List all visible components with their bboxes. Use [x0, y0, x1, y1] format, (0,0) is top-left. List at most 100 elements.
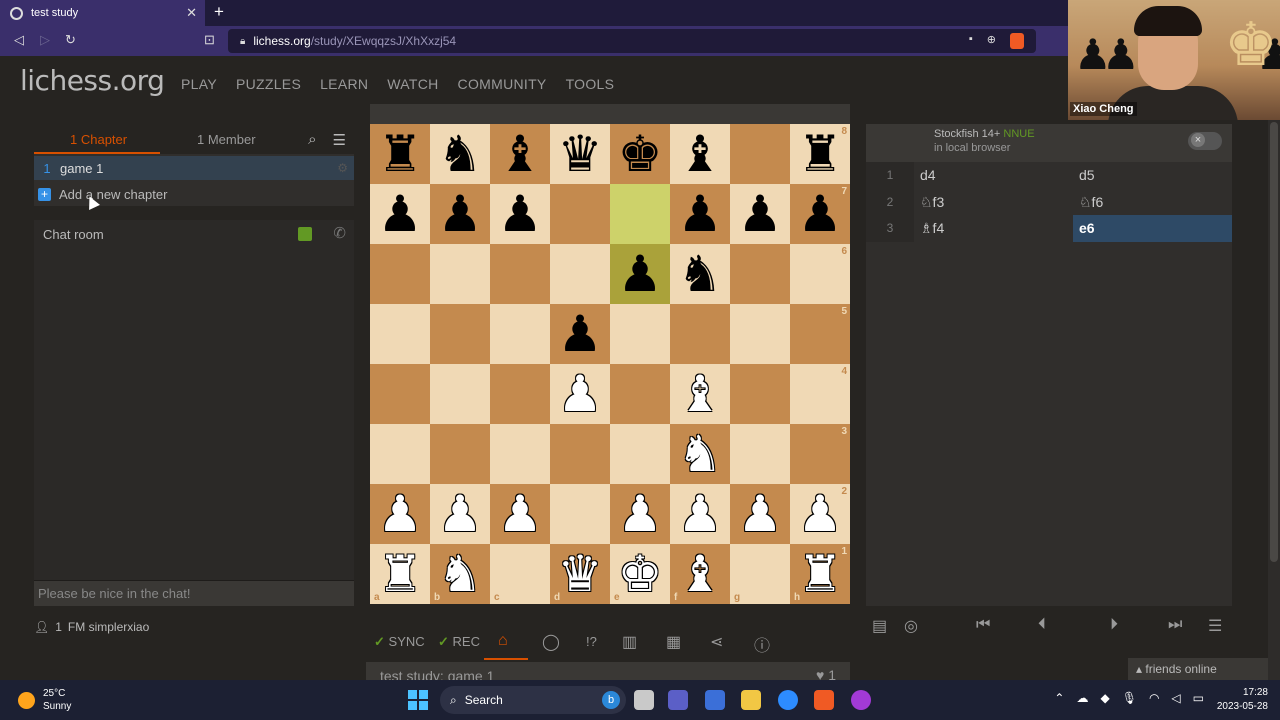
piece-bN-b8[interactable]: ♞ — [438, 129, 483, 179]
square-d5[interactable]: ♟ — [550, 304, 610, 364]
tab-chapters[interactable]: 1 Chapter — [70, 132, 127, 147]
nav-learn[interactable]: LEARN — [320, 76, 368, 92]
piece-bP-b7[interactable]: ♟ — [438, 189, 483, 239]
move-white[interactable]: ♗f4 — [914, 215, 1073, 242]
bookmark-icon[interactable]: ⊡ — [204, 32, 215, 48]
square-a5[interactable] — [370, 304, 430, 364]
square-d2[interactable] — [550, 484, 610, 544]
microphone-icon[interactable]: 🎙︎ — [1122, 691, 1137, 705]
square-c5[interactable] — [490, 304, 550, 364]
piece-bR-h8[interactable]: ♜ — [798, 129, 843, 179]
lichess-logo[interactable]: lichess.org — [20, 64, 165, 97]
square-e5[interactable] — [610, 304, 670, 364]
square-f1[interactable]: ♝ f — [670, 544, 730, 604]
square-c8[interactable]: ♝ — [490, 124, 550, 184]
brave-shields-icon[interactable] — [1010, 33, 1024, 49]
square-b3[interactable] — [430, 424, 490, 484]
copilot-icon[interactable] — [705, 690, 725, 710]
square-h3[interactable]: 3 — [790, 424, 850, 484]
square-b6[interactable] — [430, 244, 490, 304]
prev-move-icon[interactable]: ⏴ — [1038, 616, 1046, 634]
piece-bP-c7[interactable]: ♟ — [498, 189, 543, 239]
sync-toggle[interactable]: ✓ SYNC — [374, 634, 425, 650]
square-b5[interactable] — [430, 304, 490, 364]
piece-bP-h7[interactable]: ♟ — [798, 189, 843, 239]
piece-wP-g2[interactable]: ♟ — [738, 489, 783, 539]
chat-toggle[interactable] — [298, 227, 312, 241]
square-c1[interactable]: c — [490, 544, 550, 604]
square-f3[interactable]: ♞ — [670, 424, 730, 484]
comment-icon[interactable]: ◯ — [542, 632, 560, 652]
square-c7[interactable]: ♟ — [490, 184, 550, 244]
chat-input[interactable]: Please be nice in the chat! — [34, 580, 354, 606]
square-g8[interactable] — [730, 124, 790, 184]
menu-icon[interactable]: ☰ — [333, 131, 346, 149]
book-icon[interactable]: ▤ — [872, 616, 887, 636]
task-view-icon[interactable] — [634, 690, 654, 710]
move-white[interactable]: d4 — [914, 162, 1073, 189]
square-b8[interactable]: ♞ — [430, 124, 490, 184]
forward-icon[interactable]: ▷ — [40, 32, 50, 48]
square-e6[interactable]: ♟ — [610, 244, 670, 304]
piece-bP-e6[interactable]: ♟ — [618, 249, 663, 299]
square-h7[interactable]: ♟ 7 — [790, 184, 850, 244]
piece-bP-a7[interactable]: ♟ — [378, 189, 423, 239]
obs-app-icon[interactable] — [851, 690, 871, 710]
rec-toggle[interactable]: ✓ REC — [438, 634, 480, 650]
square-c6[interactable] — [490, 244, 550, 304]
teams-icon[interactable] — [668, 690, 688, 710]
zoom-icon[interactable]: ⊕ — [987, 33, 996, 49]
engine-toggle[interactable] — [1188, 132, 1222, 150]
piece-bN-f6[interactable]: ♞ — [678, 249, 723, 299]
gear-icon[interactable]: ⚙ — [337, 161, 348, 175]
piece-wN-b1[interactable]: ♞ — [438, 549, 483, 599]
move-black[interactable]: ♘f6 — [1073, 189, 1232, 216]
square-d8[interactable]: ♛ — [550, 124, 610, 184]
scrollbar-thumb[interactable] — [1270, 122, 1278, 562]
square-g3[interactable] — [730, 424, 790, 484]
glyph-button[interactable]: !? — [586, 634, 597, 649]
piece-bB-f8[interactable]: ♝ — [678, 129, 723, 179]
piece-bP-d5[interactable]: ♟ — [558, 309, 603, 359]
piece-wR-h1[interactable]: ♜ — [798, 549, 843, 599]
move-black[interactable]: e6 — [1073, 215, 1232, 242]
chess-board[interactable]: ♜ ♞ ♝ ♛ ♚ ♝ ♜ 8 ♟ ♟ ♟ ♟ ♟ ♟ 7 ♟ ♞ 6 ♟ 5 ♟ ♝ 4 ♞ 3 ♟ ♟ ♟ ♟ ♟ ♟ ♟ 2 ♜ a ♞ b c ♛ d… — [370, 124, 850, 604]
windows-start-icon[interactable] — [408, 690, 428, 710]
chapter-item[interactable]: 1 game 1 ⚙ — [34, 156, 354, 180]
nav-watch[interactable]: WATCH — [387, 76, 438, 92]
camera-blocked-icon[interactable]: ▪ — [969, 33, 973, 49]
square-h1[interactable]: ♜ 1 h — [790, 544, 850, 604]
square-g4[interactable] — [730, 364, 790, 424]
square-a6[interactable] — [370, 244, 430, 304]
next-move-icon[interactable]: ⏵ — [1110, 616, 1118, 634]
square-b1[interactable]: ♞ b — [430, 544, 490, 604]
file-explorer-icon[interactable] — [741, 690, 761, 710]
square-d7[interactable] — [550, 184, 610, 244]
share-icon[interactable]: ⋖ — [710, 632, 723, 652]
piece-bP-g7[interactable]: ♟ — [738, 189, 783, 239]
move-white[interactable]: ♘f3 — [914, 189, 1073, 216]
browser-tab[interactable]: test study ✕ — [0, 0, 205, 26]
address-bar[interactable]: 🔒︎ lichess.org/study/XEwqqzsJ/XhXxzj54 ▪… — [228, 29, 1036, 53]
square-d3[interactable] — [550, 424, 610, 484]
square-f5[interactable] — [670, 304, 730, 364]
grid-icon[interactable]: ▦ — [666, 632, 681, 652]
square-h2[interactable]: ♟ 2 — [790, 484, 850, 544]
nav-tools[interactable]: TOOLS — [566, 76, 615, 92]
piece-wP-c2[interactable]: ♟ — [498, 489, 543, 539]
piece-bB-c8[interactable]: ♝ — [498, 129, 543, 179]
square-a2[interactable]: ♟ — [370, 484, 430, 544]
phone-icon[interactable]: ✆ — [333, 224, 346, 242]
piece-wP-e2[interactable]: ♟ — [618, 489, 663, 539]
battery-icon[interactable]: ▭ — [1193, 691, 1204, 705]
new-tab-icon[interactable]: + — [214, 2, 224, 22]
square-e7[interactable] — [610, 184, 670, 244]
square-f7[interactable]: ♟ — [670, 184, 730, 244]
piece-wB-f4[interactable]: ♝ — [678, 369, 723, 419]
close-tab-icon[interactable]: ✕ — [186, 5, 197, 21]
square-f6[interactable]: ♞ — [670, 244, 730, 304]
piece-wP-h2[interactable]: ♟ — [798, 489, 843, 539]
add-chapter-button[interactable]: + Add a new chapter — [34, 182, 354, 206]
square-h4[interactable]: 4 — [790, 364, 850, 424]
search-icon[interactable]: ⌕ — [308, 131, 316, 149]
